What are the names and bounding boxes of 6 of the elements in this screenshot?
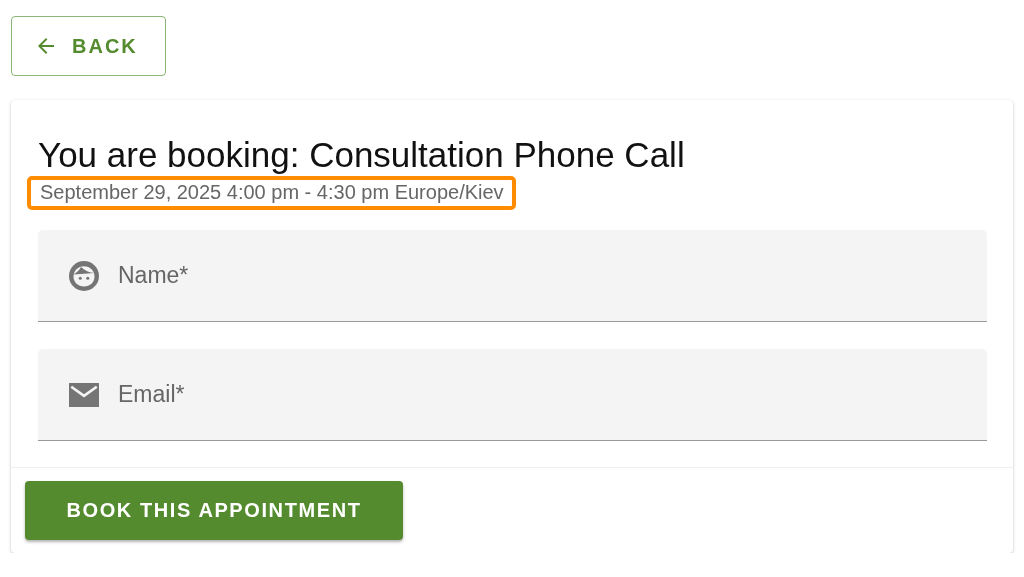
- input-field[interactable]: Email*: [38, 349, 987, 441]
- appointment-datetime: September 29, 2025 4:00 pm - 4:30 pm Europe/Kiev: [40, 181, 504, 203]
- input-field[interactable]: Name*: [38, 230, 987, 322]
- book-button[interactable]: BOOK THIS APPOINTMENT: [25, 481, 403, 540]
- booking-title: You are booking: Consultation Phone Call: [38, 134, 686, 176]
- back-button[interactable]: BACK: [11, 16, 166, 76]
